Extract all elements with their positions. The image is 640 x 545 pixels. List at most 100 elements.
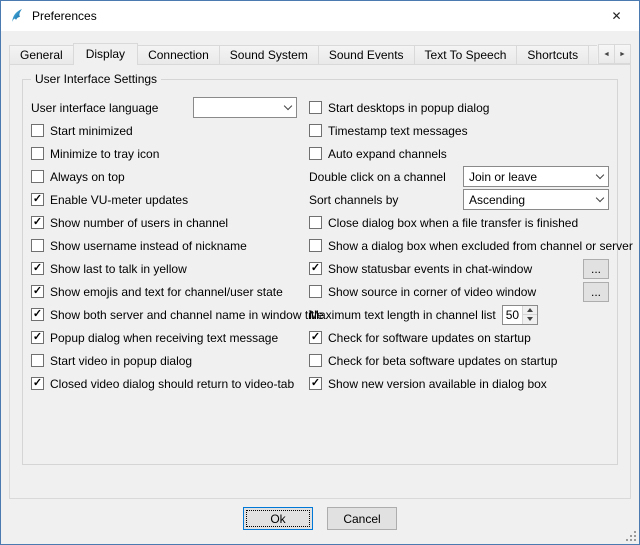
checkbox[interactable]: ✓ [309,262,322,275]
checkbox[interactable]: ✓ [309,377,322,390]
checkbox[interactable]: ✓ [309,216,322,229]
checkbox-label: Show statusbar events in chat-window [328,262,532,276]
row-show-user-count[interactable]: ✓ Show number of users in channel [31,211,297,234]
spin-down-button[interactable] [523,314,537,324]
check-icon: ✓ [33,263,42,274]
row-video-popup-dialog[interactable]: ✓ Start video in popup dialog [31,349,297,372]
sort-channels-label: Sort channels by [309,193,398,207]
row-double-click-channel: Double click on a channel Join or leave [309,165,609,188]
tab-text-to-speech[interactable]: Text To Speech [414,45,518,65]
row-server-channel-in-title[interactable]: ✓ Show both server and channel name in w… [31,303,297,326]
checkbox[interactable]: ✓ [309,285,322,298]
checkbox[interactable]: ✓ [31,308,44,321]
language-label: User interface language [31,101,158,115]
right-column: ✓ Start desktops in popup dialog ✓ Times… [309,96,609,395]
checkbox-label: Auto expand channels [328,147,447,161]
row-desktops-popup[interactable]: ✓ Start desktops in popup dialog [309,96,609,119]
chevron-down-icon [591,167,608,186]
chevron-down-icon [279,98,296,117]
tab-connection[interactable]: Connection [137,45,220,65]
row-software-updates[interactable]: ✓ Check for software updates on startup [309,326,609,349]
checkbox[interactable]: ✓ [31,262,44,275]
checkbox[interactable]: ✓ [309,239,322,252]
check-icon: ✓ [33,309,42,320]
tab-sound-system[interactable]: Sound System [219,45,319,65]
row-minimize-to-tray[interactable]: ✓ Minimize to tray icon [31,142,297,165]
row-always-on-top[interactable]: ✓ Always on top [31,165,297,188]
checkbox[interactable]: ✓ [31,124,44,137]
check-icon: ✓ [33,217,42,228]
ok-button[interactable]: Ok [243,507,313,530]
row-new-version-dialog[interactable]: ✓ Show new version available in dialog b… [309,372,609,395]
checkbox[interactable]: ✓ [31,331,44,344]
row-beta-updates[interactable]: ✓ Check for beta software updates on sta… [309,349,609,372]
checkbox[interactable]: ✓ [31,239,44,252]
checkbox[interactable]: ✓ [309,331,322,344]
checkbox[interactable]: ✓ [31,285,44,298]
checkbox[interactable]: ✓ [31,354,44,367]
row-sort-channels: Sort channels by Ascending [309,188,609,211]
tab-scroll-right-button[interactable]: ► [614,44,631,64]
checkbox[interactable]: ✓ [31,377,44,390]
cancel-button[interactable]: Cancel [327,507,397,530]
checkbox[interactable]: ✓ [309,124,322,137]
row-emojis-text-state[interactable]: ✓ Show emojis and text for channel/user … [31,280,297,303]
sort-channels-select[interactable]: Ascending [463,189,609,210]
tab-strip: General Display Connection Sound System … [9,43,597,65]
row-max-text-length: Maximum text length in channel list 50 [309,303,609,326]
spin-buttons [522,306,537,324]
check-icon: ✓ [33,332,42,343]
check-icon: ✓ [311,332,320,343]
titlebar: Preferences ✕ [1,1,639,31]
checkbox[interactable]: ✓ [309,101,322,114]
check-icon: ✓ [33,378,42,389]
row-timestamp-messages[interactable]: ✓ Timestamp text messages [309,119,609,142]
chevron-down-icon [591,190,608,209]
tab-general[interactable]: General [9,45,74,65]
row-vu-meter-updates[interactable]: ✓ Enable VU-meter updates [31,188,297,211]
check-icon: ✓ [311,263,320,274]
row-auto-expand-channels[interactable]: ✓ Auto expand channels [309,142,609,165]
close-button[interactable]: ✕ [594,1,639,31]
double-click-select[interactable]: Join or leave [463,166,609,187]
arrow-right-icon: ► [619,51,626,58]
checkbox[interactable]: ✓ [31,216,44,229]
spin-up-button[interactable] [523,306,537,315]
row-excluded-dialog[interactable]: ✓ Show a dialog box when excluded from c… [309,234,609,257]
checkbox-label: Show last to talk in yellow [50,262,187,276]
spin-value[interactable]: 50 [503,306,522,324]
checkbox-label: Show a dialog box when excluded from cha… [328,239,633,253]
checkbox[interactable]: ✓ [309,147,322,160]
tab-sound-events[interactable]: Sound Events [318,45,415,65]
row-statusbar-events[interactable]: ✓ Show statusbar events in chat-window .… [309,257,609,280]
checkbox[interactable]: ✓ [31,170,44,183]
statusbar-events-more-button[interactable]: ... [583,259,609,279]
checkbox[interactable]: ✓ [31,193,44,206]
row-closed-video-return[interactable]: ✓ Closed video dialog should return to v… [31,372,297,395]
row-username-instead-nickname[interactable]: ✓ Show username instead of nickname [31,234,297,257]
row-popup-text-message[interactable]: ✓ Popup dialog when receiving text messa… [31,326,297,349]
checkbox[interactable]: ✓ [31,147,44,160]
checkbox-label: Timestamp text messages [328,124,468,138]
double-click-label: Double click on a channel [309,170,446,184]
tab-shortcuts[interactable]: Shortcuts [516,45,589,65]
row-last-talk-yellow[interactable]: ✓ Show last to talk in yellow [31,257,297,280]
row-start-minimized[interactable]: ✓ Start minimized [31,119,297,142]
app-logo-icon [9,8,25,24]
checkbox-label: Show emojis and text for channel/user st… [50,285,283,299]
row-video-source-corner[interactable]: ✓ Show source in corner of video window … [309,280,609,303]
checkbox-label: Show new version available in dialog box [328,377,547,391]
tab-bar: General Display Connection Sound System … [9,43,631,65]
tab-display[interactable]: Display [73,43,138,65]
arrow-up-icon [527,308,533,312]
checkbox[interactable]: ✓ [309,354,322,367]
tab-video[interactable]: Video [588,45,597,65]
left-column: User interface language ✓ Start minimize… [31,96,297,395]
close-icon: ✕ [611,9,621,23]
max-text-length-spinner[interactable]: 50 [502,305,538,325]
tab-scroll-left-button[interactable]: ◄ [598,44,615,64]
language-select[interactable] [193,97,297,118]
resize-grip[interactable] [624,529,637,542]
row-close-on-transfer[interactable]: ✓ Close dialog box when a file transfer … [309,211,609,234]
video-source-more-button[interactable]: ... [583,282,609,302]
